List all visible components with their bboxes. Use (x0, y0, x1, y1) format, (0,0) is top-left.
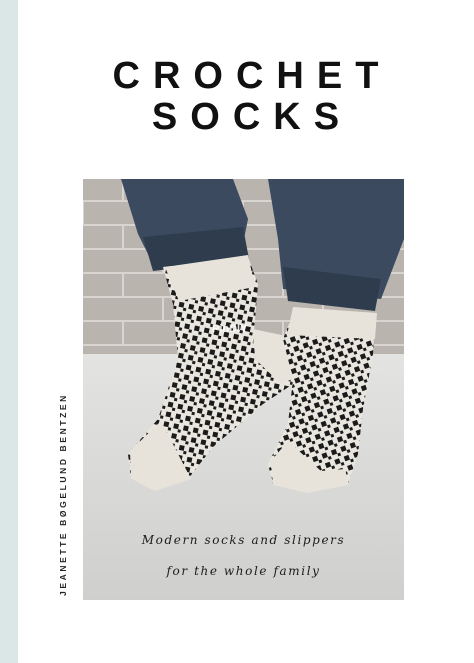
book-title-line-2: SOCKS (151, 96, 353, 138)
tagline-line-1: Modern socks and slippers (141, 533, 346, 547)
watermark-text: PinDIY (212, 323, 248, 335)
tagline-line-2: for the whole family (166, 564, 321, 578)
book-title-line-1: CROCHET (112, 55, 392, 97)
author-name: JEANETTE BØGELUND BENTZEN (58, 393, 68, 596)
